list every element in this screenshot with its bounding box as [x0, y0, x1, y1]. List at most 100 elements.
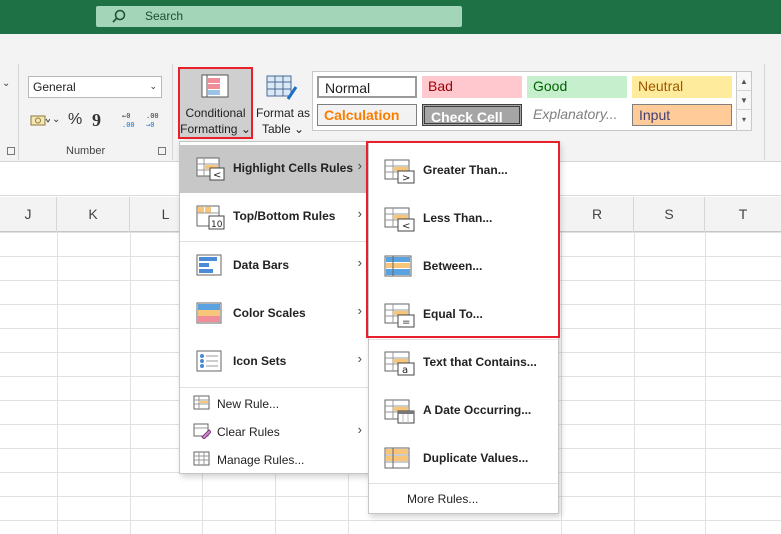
svg-text:.00: .00	[122, 121, 135, 129]
chevron-right-icon: ›	[357, 206, 362, 221]
format-as-table-icon	[266, 75, 298, 100]
submenu-item-label: Between...	[423, 259, 483, 273]
accounting-format-button[interactable]	[30, 110, 51, 130]
menu-item-icon-sets[interactable]: Icon Sets ›	[180, 338, 368, 386]
menu-item-top-bottom-rules[interactable]: 10 Top/Bottom Rules ›	[180, 193, 368, 241]
group-divider	[172, 64, 173, 160]
accounting-icon	[30, 115, 51, 126]
date-occurring-icon	[384, 399, 415, 424]
increase-decimal-icon: ←0 .00	[122, 112, 135, 129]
svg-text:<: <	[402, 221, 410, 232]
submenu-item-label: Duplicate Values...	[423, 451, 529, 465]
svg-text:10: 10	[211, 220, 223, 230]
data-bars-icon	[196, 254, 222, 276]
style-good[interactable]: Good	[527, 76, 627, 98]
grid-line	[57, 232, 58, 534]
scroll-down-icon[interactable]: ▼	[737, 91, 751, 110]
menu-item-new-rule[interactable]: New Rule...	[180, 390, 368, 416]
new-rule-icon	[193, 395, 210, 410]
submenu-item-duplicate-values[interactable]: Duplicate Values...	[369, 435, 558, 483]
column-header-k[interactable]: K	[57, 197, 130, 232]
menu-item-label: Data Bars	[233, 258, 290, 272]
conditional-formatting-menu: < Highlight Cells Rules › 10 Top/Bottom …	[179, 141, 369, 474]
submenu-item-between[interactable]: Between...	[369, 243, 558, 291]
grid-line	[705, 232, 706, 534]
search-label: Search	[145, 9, 184, 23]
submenu-item-text-contains[interactable]: a Text that Contains...	[369, 339, 558, 387]
submenu-item-label: A Date Occurring...	[423, 403, 532, 417]
search-icon	[112, 9, 126, 23]
menu-item-label: Manage Rules...	[217, 453, 305, 467]
column-header-r[interactable]: R	[561, 197, 634, 232]
decrease-decimal-button[interactable]: .00 →0	[144, 110, 164, 130]
expand-gallery-icon[interactable]: ▾	[737, 110, 751, 129]
more-rules-link[interactable]: More Rules...	[407, 492, 478, 506]
column-header-j[interactable]: J	[0, 197, 57, 232]
menu-item-color-scales[interactable]: Color Scales ›	[180, 290, 368, 338]
style-normal[interactable]: Normal	[317, 76, 417, 98]
svg-text:>: >	[402, 173, 410, 184]
chevron-right-icon: ›	[357, 422, 362, 437]
style-bad[interactable]: Bad	[422, 76, 522, 98]
grid-line	[634, 232, 635, 534]
submenu-item-label: Text that Contains...	[423, 355, 537, 369]
manage-rules-icon	[193, 451, 210, 466]
style-input[interactable]: Input	[632, 104, 732, 126]
submenu-item-equal-to[interactable]: = Equal To...	[369, 291, 558, 339]
style-calculation[interactable]: Calculation	[317, 104, 417, 126]
svg-text:<: <	[213, 170, 221, 181]
highlight-cells-rules-submenu: > Greater Than... < Less Than... Between…	[368, 141, 559, 514]
menu-item-label: Clear Rules	[217, 425, 280, 439]
submenu-item-label: Greater Than...	[423, 163, 508, 177]
format-as-table-label-2: Table ⌄	[261, 122, 305, 136]
menu-item-label: New Rule...	[217, 397, 280, 411]
style-explanatory[interactable]: Explanatory...	[527, 104, 627, 126]
chevron-down-icon[interactable]: ⌄	[2, 78, 10, 89]
style-check-cell[interactable]: Check Cell	[422, 104, 522, 126]
menu-item-clear-rules[interactable]: Clear Rules ›	[180, 418, 368, 444]
svg-text:.00: .00	[146, 112, 159, 120]
greater-than-icon: >	[384, 159, 415, 184]
menu-item-data-bars[interactable]: Data Bars ›	[180, 242, 368, 290]
submenu-item-date-occurring[interactable]: A Date Occurring...	[369, 387, 558, 435]
menu-item-label: Top/Bottom Rules	[233, 209, 336, 223]
top-bottom-icon: 10	[196, 205, 225, 230]
icon-sets-icon	[196, 350, 222, 372]
comma-style-button[interactable]: 9	[92, 110, 101, 130]
format-as-table-button[interactable]: Format as Table ⌄	[255, 72, 311, 138]
submenu-item-less-than[interactable]: < Less Than...	[369, 195, 558, 243]
grid-line	[130, 232, 131, 534]
menu-item-manage-rules[interactable]: Manage Rules...	[180, 446, 368, 472]
group-divider	[764, 64, 765, 160]
menu-item-label: Highlight Cells Rules	[233, 161, 354, 175]
svg-text:a: a	[402, 365, 408, 376]
equal-to-icon: =	[384, 303, 415, 328]
conditional-formatting-button[interactable]: Conditional Formatting ⌄	[178, 67, 253, 139]
conditional-formatting-icon	[201, 74, 229, 98]
menu-item-highlight-cells-rules[interactable]: < Highlight Cells Rules ›	[180, 145, 368, 193]
increase-decimal-button[interactable]: ←0 .00	[120, 110, 140, 130]
less-than-icon: <	[384, 207, 415, 232]
column-header-s[interactable]: S	[634, 197, 705, 232]
chevron-down-icon[interactable]: ⌄	[52, 110, 60, 130]
dialog-launcher-icon[interactable]	[7, 147, 15, 155]
submenu-item-greater-than[interactable]: > Greater Than...	[369, 147, 558, 195]
text-contains-icon: a	[384, 351, 415, 376]
styles-scroller[interactable]: ▲ ▼ ▾	[736, 71, 752, 131]
search-box[interactable]: Search	[96, 6, 462, 27]
scroll-up-icon[interactable]: ▲	[737, 72, 751, 91]
percent-style-button[interactable]: %	[68, 110, 82, 130]
between-icon	[384, 255, 412, 277]
menu-item-label: Color Scales	[233, 306, 306, 320]
conditional-formatting-label-1: Conditional	[185, 106, 246, 120]
column-header-t[interactable]: T	[705, 197, 781, 232]
group-divider	[18, 64, 19, 160]
submenu-item-label: Less Than...	[423, 211, 493, 225]
style-neutral[interactable]: Neutral	[632, 76, 732, 98]
dialog-launcher-icon[interactable]	[158, 147, 166, 155]
number-format-select[interactable]: General ⌄	[28, 76, 162, 98]
menu-separator	[369, 483, 558, 484]
clear-rules-icon	[193, 423, 211, 439]
title-bar: Search	[0, 0, 781, 34]
highlight-cells-icon: <	[196, 157, 225, 181]
